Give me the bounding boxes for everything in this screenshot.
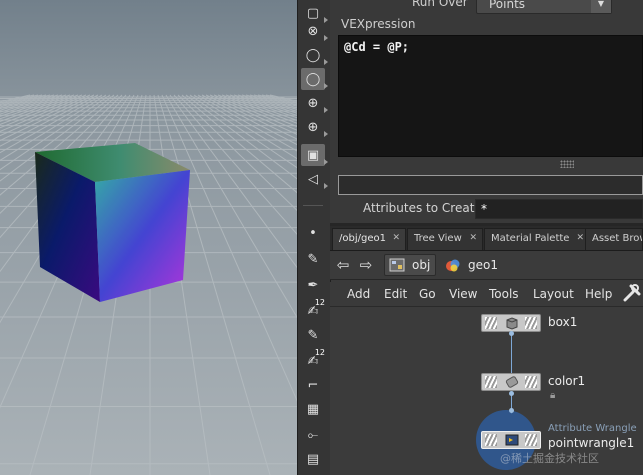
vex-code-line: @Cd = @P; [344, 40, 410, 54]
color-node-icon [505, 376, 519, 388]
attributes-to-create-field[interactable]: * [475, 199, 643, 219]
pen-icon[interactable]: ✒ [301, 274, 325, 296]
close-circle-icon[interactable]: ⊗ [301, 20, 328, 42]
run-over-dropdown[interactable]: Points ▼ [476, 0, 612, 14]
breadcrumb-geo1[interactable]: geo1 [440, 254, 498, 276]
node-box1[interactable] [481, 314, 541, 332]
menu-go[interactable]: Go [419, 287, 436, 301]
grid-icon[interactable]: ▤ [301, 448, 325, 470]
vex-code-editor[interactable]: @Cd = @P; [338, 35, 643, 157]
breadcrumb-label: geo1 [468, 258, 498, 272]
wrangle-node-icon [505, 434, 519, 446]
branch-icon[interactable]: ⟜ [301, 424, 325, 446]
resize-grip-icon[interactable] [560, 160, 574, 168]
tab-label: /obj/geo1 [339, 233, 386, 244]
lock-icon: 🔒︎ [550, 390, 556, 401]
expand-arrow-icon [324, 159, 328, 165]
camera-tool-icon[interactable]: ▣ [301, 144, 328, 166]
node-flag-stripe[interactable] [525, 376, 537, 388]
menu-view[interactable]: View [449, 287, 477, 301]
node-pointwrangle1[interactable] [481, 431, 541, 449]
output-port[interactable] [509, 331, 514, 336]
object-network-icon [389, 258, 405, 272]
expression-field[interactable] [338, 175, 643, 195]
run-over-label: Run Over [412, 0, 468, 9]
tab-label: Asset Brows [592, 233, 642, 244]
expand-arrow-icon [324, 183, 328, 189]
transform-box-icon[interactable]: ▦ [301, 398, 325, 420]
node-flag-stripe[interactable] [485, 317, 497, 329]
network-menu-bar: Add Edit Go View Tools Layout Help [330, 282, 643, 307]
network-tab-bar: /obj/geo1 ✕ Tree View ✕ Material Palette… [330, 226, 643, 251]
tab-tree-view[interactable]: Tree View ✕ [407, 228, 483, 250]
node-flag-stripe[interactable] [485, 434, 497, 446]
chevron-down-icon[interactable]: ▼ [591, 0, 611, 13]
shelf-separator [303, 205, 323, 206]
tab-material-palette[interactable]: Material Palette ✕ [484, 228, 590, 250]
menu-tools[interactable]: Tools [489, 287, 519, 301]
breadcrumb-label: obj [412, 258, 431, 272]
box-node-icon [506, 317, 518, 330]
close-icon[interactable]: ✕ [576, 233, 584, 243]
paint-12-icon[interactable]: ✍ 12 [301, 298, 325, 322]
watermark-text: @稀土掘金技术社区 [500, 452, 599, 465]
menu-add[interactable]: Add [347, 287, 370, 301]
menu-layout[interactable]: Layout [533, 287, 574, 301]
add-bulb-icon[interactable]: ⊕ [301, 92, 328, 114]
pencil-icon[interactable]: ✎ [301, 324, 325, 346]
bulb-selected-icon[interactable]: ◯ [301, 68, 328, 90]
back-arrow-icon[interactable]: ⇦ [334, 256, 352, 274]
close-icon[interactable]: ✕ [469, 233, 477, 243]
menu-edit[interactable]: Edit [384, 287, 407, 301]
node-label-box1: box1 [548, 315, 578, 329]
run-over-value: Points [489, 0, 526, 11]
add-light-icon[interactable]: ⊕ [301, 116, 328, 138]
scene-viewport[interactable] [0, 0, 297, 475]
dot-icon[interactable]: • [301, 222, 325, 244]
tab-asset-browser[interactable]: Asset Brows [585, 228, 643, 250]
brush-icon[interactable]: ✎ [301, 248, 325, 270]
node-flag-stripe[interactable] [485, 376, 497, 388]
node-label-pointwrangle1: pointwrangle1 [548, 436, 635, 450]
close-icon[interactable]: ✕ [392, 233, 400, 243]
tool-shelf: ▢ ⊗ ◯ ◯ ⊕ ⊕ ▣ ◁ • ✎ ✒ ✍ 12 ✎ ✍ 12 ⌐ ▦ ⟜ ▤ [297, 0, 331, 475]
expand-arrow-icon [324, 107, 328, 113]
handle-tool-icon[interactable]: ◁ [301, 168, 328, 190]
tab-label: Tree View [414, 233, 462, 244]
tool-badge: 12 [314, 298, 325, 307]
node-flag-stripe[interactable] [525, 434, 537, 446]
parameter-panel: Run Over Points ▼ VEXpression @Cd = @P; … [330, 0, 643, 225]
network-path-bar: ⇦ ⇨ obj geo1 [330, 251, 643, 280]
vexpression-label: VEXpression [341, 17, 416, 31]
menu-help[interactable]: Help [585, 287, 612, 301]
paint-12b-icon[interactable]: ✍ 12 [301, 348, 325, 372]
corner-icon[interactable]: ⌐ [301, 374, 325, 396]
bulb-tool-icon[interactable]: ◯ [301, 44, 328, 66]
node-label-color1: color1 [548, 374, 586, 388]
geometry-icon [446, 259, 460, 272]
expand-arrow-icon [324, 131, 328, 137]
expand-arrow-icon [324, 83, 328, 89]
attributes-to-create-label: Attributes to Create [363, 201, 482, 215]
wrench-icon[interactable] [622, 283, 642, 303]
tab-label: Material Palette [491, 233, 570, 244]
forward-arrow-icon[interactable]: ⇨ [357, 256, 375, 274]
node-color1[interactable] [481, 373, 541, 391]
tab-obj-geo1[interactable]: /obj/geo1 ✕ [332, 228, 406, 250]
expand-arrow-icon [324, 35, 328, 41]
output-port[interactable] [509, 391, 514, 396]
connection-wire[interactable] [511, 332, 512, 374]
node-flag-stripe[interactable] [525, 317, 537, 329]
expand-arrow-icon [324, 59, 328, 65]
tool-badge: 12 [314, 348, 325, 357]
breadcrumb-obj[interactable]: obj [384, 254, 436, 276]
input-port[interactable] [509, 408, 514, 413]
node-type-label: Attribute Wrangle [548, 423, 637, 434]
viewport-canvas[interactable] [0, 0, 297, 475]
